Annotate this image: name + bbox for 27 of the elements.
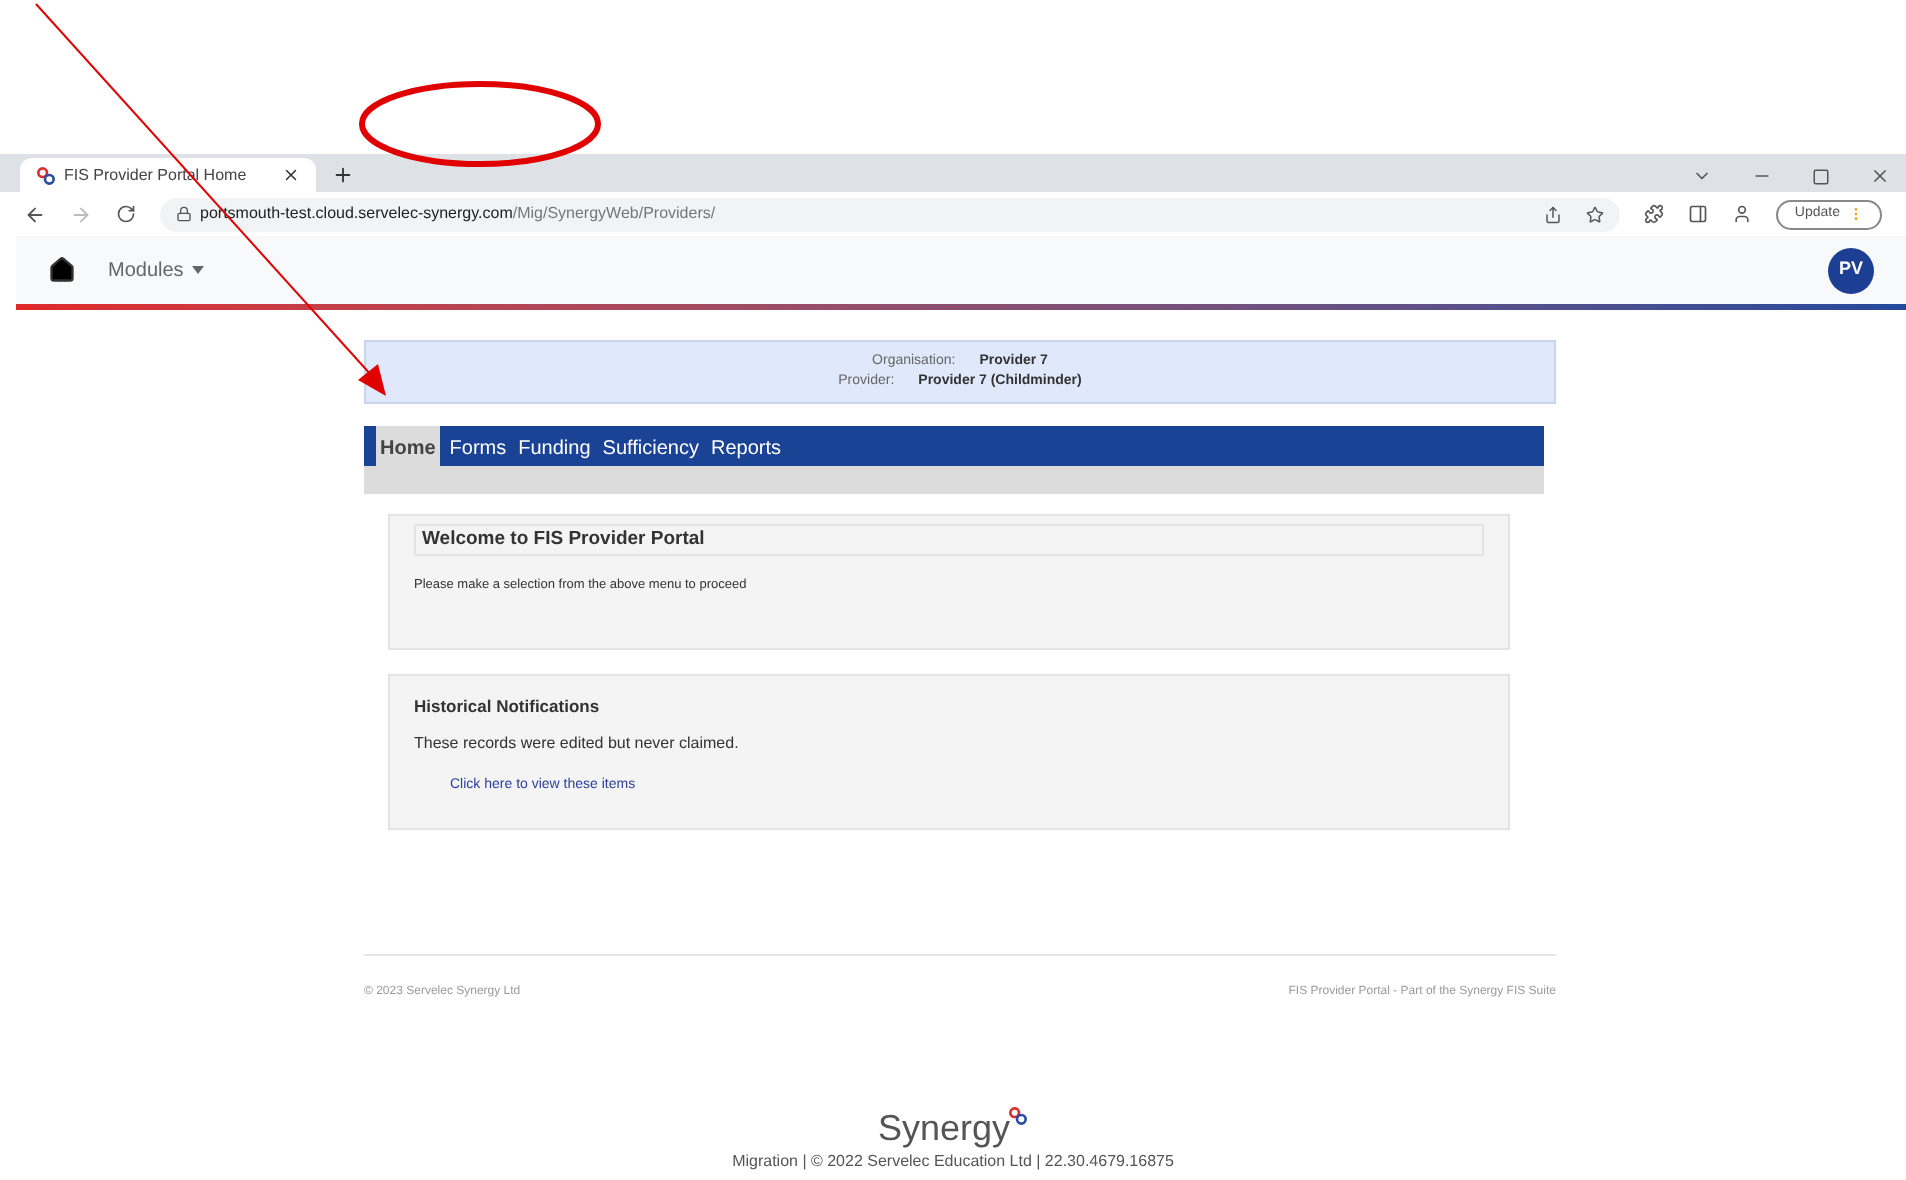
menu-tab[interactable]: Home bbox=[376, 426, 440, 466]
menu-tab[interactable]: Sufficiency bbox=[600, 426, 701, 466]
reload-icon[interactable] bbox=[116, 204, 136, 224]
profile-icon[interactable] bbox=[1732, 204, 1753, 224]
restore-icon[interactable] bbox=[1812, 167, 1830, 185]
home-icon[interactable] bbox=[48, 256, 76, 284]
lock-icon bbox=[176, 206, 192, 222]
new-tab-icon[interactable] bbox=[332, 164, 354, 186]
notifications-title: Historical Notifications bbox=[414, 694, 602, 720]
welcome-title: Welcome to FIS Provider Portal bbox=[414, 524, 1484, 556]
modules-menu[interactable]: Modules bbox=[108, 255, 204, 285]
synergy-wordmark: Synergy bbox=[877, 1106, 1011, 1150]
share-icon[interactable] bbox=[1544, 205, 1563, 223]
extensions-icon[interactable] bbox=[1644, 204, 1665, 224]
logo-icon bbox=[36, 165, 56, 185]
back-icon[interactable] bbox=[24, 203, 46, 225]
close-icon[interactable] bbox=[1870, 166, 1890, 186]
menu-tab[interactable]: Forms bbox=[447, 426, 509, 466]
user-avatar[interactable]: PV bbox=[1828, 247, 1874, 293]
notifications-text: These records were edited but never claimed. bbox=[414, 731, 741, 756]
version-text: Migration | © 2022 Servelec Education Ltd | 22.30.4679.16875 bbox=[732, 1150, 1174, 1174]
side-panel-icon[interactable] bbox=[1688, 204, 1709, 224]
star-icon[interactable] bbox=[1586, 205, 1605, 223]
logo-icon bbox=[1008, 1106, 1029, 1126]
close-icon[interactable] bbox=[282, 166, 300, 184]
menu-tab[interactable]: Reports bbox=[708, 426, 783, 466]
menu-tab[interactable]: Funding bbox=[516, 426, 593, 466]
